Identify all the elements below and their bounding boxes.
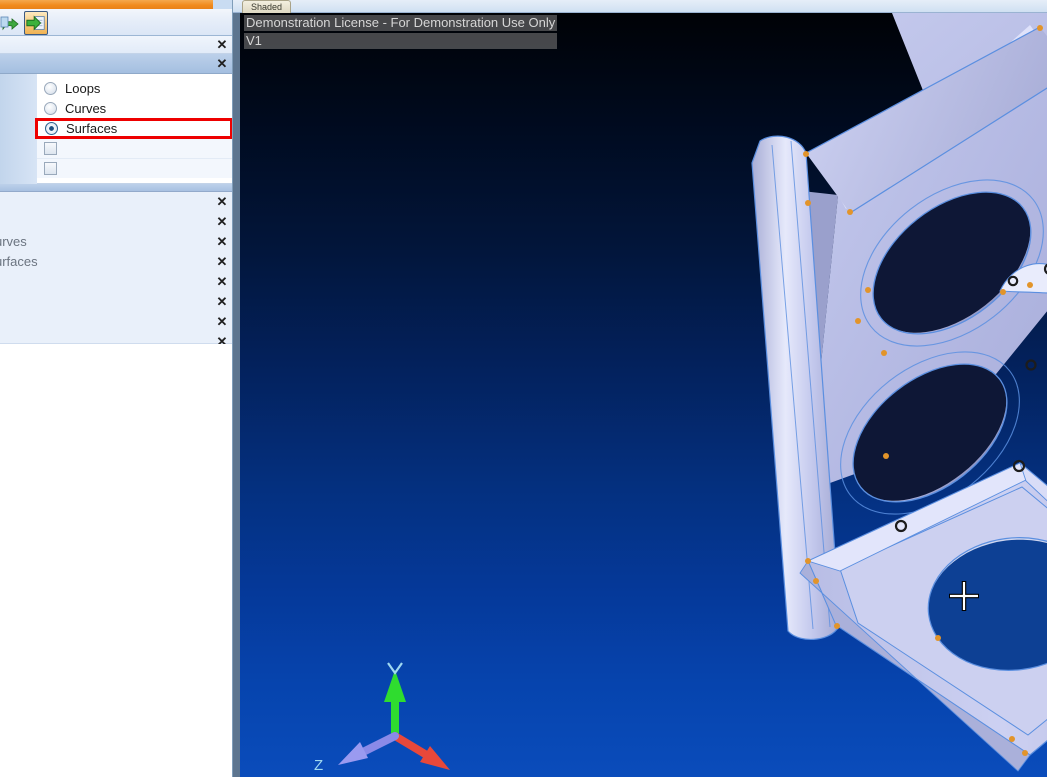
radio-label-surfaces: Surfaces — [66, 121, 118, 136]
radio-option-surfaces[interactable]: Surfaces — [35, 118, 232, 139]
list-item-remove-button[interactable]: ✕ — [211, 272, 232, 291]
radio-option-curves[interactable]: Curves — [37, 98, 232, 118]
panel-empty-area — [0, 344, 232, 777]
checkbox-icon-1 — [44, 142, 57, 155]
radio-label-curves: Curves — [65, 100, 107, 116]
radio-option-loops[interactable]: Loops — [37, 78, 232, 98]
removable-item-list: ✕ ✕ urves ✕ urfaces ✕ ✕ ✕ — [0, 192, 232, 348]
viewport-tab-strip: Shaded — [233, 0, 1047, 13]
list-item[interactable]: ✕ — [0, 292, 232, 311]
license-line-2: V1 — [244, 33, 558, 49]
panel-1-close-button[interactable]: ✕ — [211, 36, 232, 53]
export-icon[interactable] — [24, 11, 48, 35]
toolbar — [0, 0, 232, 36]
tab-shaded[interactable]: Shaded — [242, 0, 292, 13]
checkbox-icon-2 — [44, 162, 57, 175]
axis-triad-icon: Z — [314, 662, 450, 774]
panel-separator-band — [0, 184, 232, 192]
selection-mode-option-list: Loops Curves Surfaces — [0, 74, 232, 184]
ribbon-orange-band — [0, 0, 232, 9]
list-item-label: urfaces — [0, 254, 38, 269]
list-item-remove-button[interactable]: ✕ — [211, 232, 232, 251]
list-item-remove-button[interactable]: ✕ — [211, 192, 232, 211]
list-item[interactable]: ✕ — [0, 212, 232, 231]
license-line-1: Demonstration License - For Demonstratio… — [244, 15, 558, 31]
panel-header-row-2: ✕ — [0, 54, 232, 74]
list-item[interactable]: ✕ — [0, 192, 232, 211]
axis-label-z: Z — [314, 757, 323, 774]
left-dock-panel: ✕ ✕ Loops Curves Surfaces ✕ ✕ rves ✕ rfa… — [0, 0, 233, 777]
cad-application-window: ✕ ✕ Loops Curves Surfaces ✕ ✕ rves ✕ rfa… — [0, 0, 1047, 777]
list-item[interactable]: urfaces ✕ — [0, 252, 232, 271]
checkbox-option-1[interactable] — [37, 138, 232, 158]
radio-icon-surfaces-selected — [45, 122, 58, 135]
list-item[interactable]: ✕ — [0, 272, 232, 291]
list-item[interactable]: ✕ — [0, 312, 232, 331]
checkbox-option-2[interactable] — [37, 158, 232, 178]
crosshair-cursor — [949, 581, 979, 611]
viewport-container: Shaded Demonstration License - For Demon… — [233, 0, 1047, 777]
list-item-remove-button[interactable]: ✕ — [211, 212, 232, 231]
license-watermark: Demonstration License - For Demonstratio… — [244, 14, 558, 49]
panel-2-close-button[interactable]: ✕ — [211, 54, 232, 73]
list-item[interactable]: urves ✕ — [0, 232, 232, 251]
ribbon-band-right-gap — [213, 0, 232, 9]
panel-header-row-1: ✕ — [0, 36, 232, 54]
list-item-label: urves — [0, 234, 27, 249]
list-item-remove-button[interactable]: ✕ — [211, 292, 232, 311]
list-item-remove-button[interactable]: ✕ — [211, 252, 232, 271]
radio-icon-curves — [44, 101, 57, 115]
radio-icon-loops — [44, 81, 57, 95]
option-list-gutter — [0, 74, 37, 184]
radio-label-loops: Loops — [65, 80, 101, 96]
import-icon[interactable] — [0, 11, 24, 35]
list-item-remove-button[interactable]: ✕ — [211, 312, 232, 331]
3d-viewport[interactable]: Demonstration License - For Demonstratio… — [240, 13, 1047, 777]
